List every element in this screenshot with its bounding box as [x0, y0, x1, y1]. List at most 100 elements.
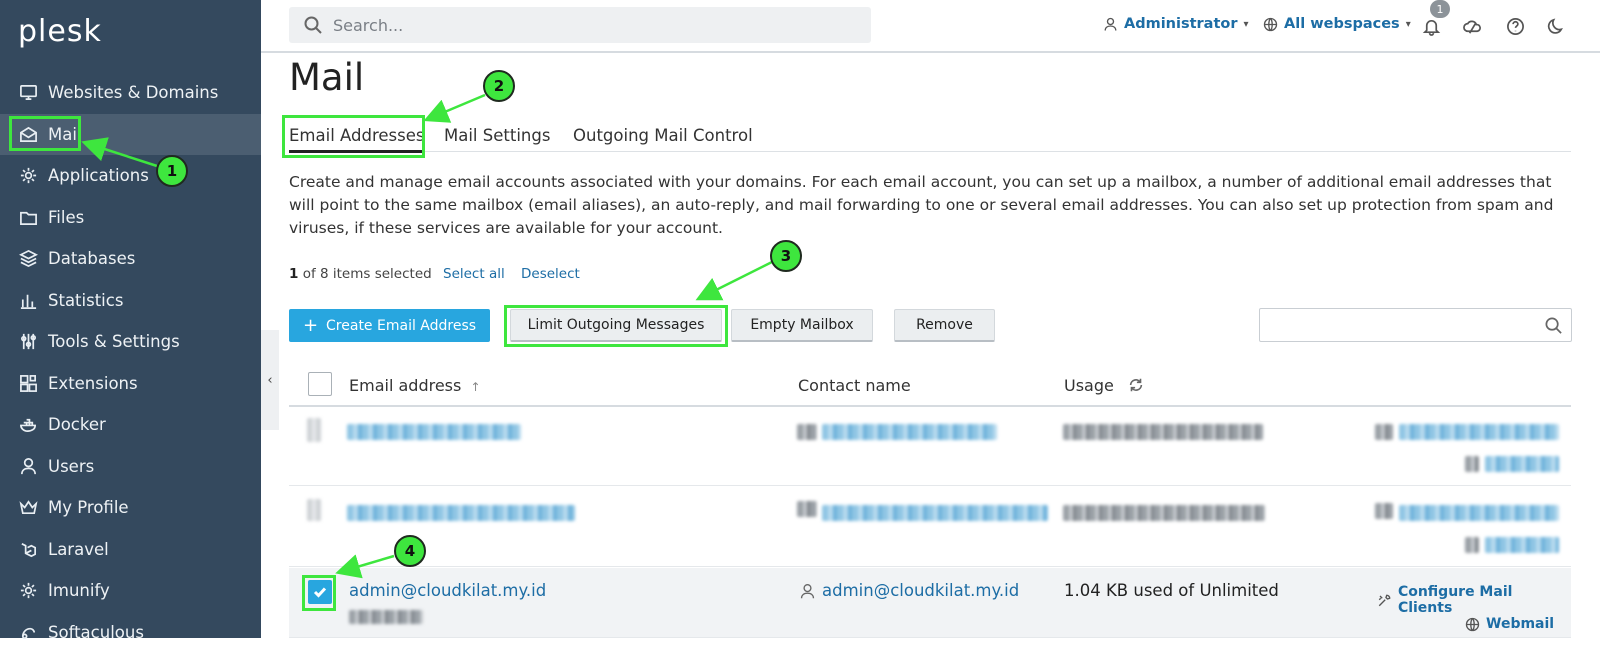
- webspaces-menu[interactable]: All webspaces ▾: [1263, 16, 1411, 32]
- sidebar-collapse-button[interactable]: ‹: [261, 330, 279, 430]
- webmail-link[interactable]: Webmail: [1465, 616, 1554, 632]
- table-row-selected: admin@cloudkilat.my.id admin@cloudkilat.…: [289, 568, 1571, 638]
- sidebar-item-tools-settings[interactable]: Tools & Settings: [0, 321, 261, 363]
- sidebar-item-users[interactable]: Users: [0, 446, 261, 488]
- tab-email-addresses[interactable]: Email Addresses: [289, 126, 424, 153]
- page-title: Mail: [289, 56, 364, 99]
- column-email-address[interactable]: Email address ↑: [349, 376, 481, 395]
- sidebar-item-statistics[interactable]: Statistics: [0, 280, 261, 322]
- bell-icon: [1422, 17, 1441, 36]
- sidebar-item-label: Users: [48, 457, 94, 476]
- sidebar-item-label: My Profile: [48, 498, 129, 517]
- plesk-logo[interactable]: plesk: [18, 14, 102, 49]
- moon-icon: [1547, 17, 1566, 36]
- configure-mail-clients-link[interactable]: Configure Mail Clients: [1377, 584, 1571, 616]
- column-usage[interactable]: Usage: [1064, 376, 1145, 395]
- blurred-secondary-text: [349, 610, 423, 624]
- blurred-webmail-icon: [1465, 537, 1479, 553]
- sidebar-item-label: Softaculous: [48, 623, 144, 642]
- help-button[interactable]: [1504, 15, 1526, 37]
- blurred-webmail-link[interactable]: [1485, 537, 1559, 553]
- checkmark-icon: [312, 584, 328, 600]
- tab-mail-settings[interactable]: Mail Settings: [444, 126, 550, 145]
- column-usage-label: Usage: [1064, 376, 1114, 395]
- sidebar-item-websites-domains[interactable]: Websites & Domains: [0, 72, 261, 114]
- row-checkbox-blurred[interactable]: [307, 418, 321, 442]
- blurred-configure-link[interactable]: [1399, 505, 1559, 521]
- webmail-label: Webmail: [1486, 616, 1554, 632]
- email-address-link[interactable]: admin@cloudkilat.my.id: [349, 581, 546, 600]
- limit-outgoing-messages-button[interactable]: Limit Outgoing Messages: [510, 309, 722, 342]
- sidebar-item-label: Mail: [48, 125, 82, 144]
- blurred-configure-icon: [1375, 424, 1393, 440]
- contact-name-link[interactable]: admin@cloudkilat.my.id: [822, 581, 1019, 600]
- search-icon: [303, 15, 323, 35]
- blurred-configure-link[interactable]: [1399, 424, 1559, 440]
- column-contact-name[interactable]: Contact name: [798, 376, 911, 395]
- crown-icon: [18, 498, 38, 518]
- annotation-callout-1: 1: [156, 155, 188, 187]
- sort-ascending-icon: ↑: [470, 380, 480, 394]
- docker-icon: [18, 415, 38, 435]
- sidebar-item-my-profile[interactable]: My Profile: [0, 487, 261, 529]
- laravel-icon: [18, 539, 38, 559]
- sidebar-item-mail[interactable]: Mail: [0, 114, 261, 156]
- row-checkbox-checked[interactable]: [308, 580, 332, 604]
- refresh-icon[interactable]: [1127, 376, 1145, 394]
- usage-text: 1.04 KB used of Unlimited: [1064, 581, 1279, 600]
- notification-badge: 1: [1430, 0, 1450, 18]
- sidebar-item-extensions[interactable]: Extensions: [0, 363, 261, 405]
- chevron-down-icon: ▾: [1244, 19, 1249, 30]
- blurred-email-link[interactable]: [347, 505, 575, 521]
- create-email-address-button[interactable]: + Create Email Address: [289, 309, 490, 342]
- sidebar-item-applications[interactable]: Applications: [0, 155, 261, 197]
- select-all-checkbox[interactable]: [308, 372, 332, 396]
- notifications-button[interactable]: [1420, 15, 1442, 37]
- list-search-input[interactable]: [1259, 308, 1572, 342]
- user-icon: [799, 583, 816, 600]
- layers-icon: [18, 249, 38, 269]
- administrator-menu[interactable]: Administrator ▾: [1103, 16, 1249, 32]
- select-all-link[interactable]: Select all: [443, 266, 505, 282]
- annotation-callout-4: 4: [394, 535, 426, 567]
- table-header: Email address ↑ Contact name Usage: [289, 364, 1571, 407]
- sidebar-item-docker[interactable]: Docker: [0, 404, 261, 446]
- administrator-label: Administrator: [1124, 16, 1238, 32]
- sidebar-item-databases[interactable]: Databases: [0, 238, 261, 280]
- globe-icon: [1263, 17, 1278, 32]
- sidebar-item-label: Imunify: [48, 581, 110, 600]
- monitor-icon: [18, 83, 38, 103]
- empty-mailbox-button[interactable]: Empty Mailbox: [731, 309, 873, 342]
- blurred-webmail-link[interactable]: [1485, 456, 1559, 472]
- cloud-status-button[interactable]: [1461, 15, 1483, 37]
- blurred-usage-text: [1063, 424, 1263, 440]
- sidebar-item-files[interactable]: Files: [0, 197, 261, 239]
- tab-bar: Email Addresses Mail Settings Outgoing M…: [289, 122, 1571, 152]
- sidebar-item-softaculous[interactable]: Softaculous: [0, 612, 261, 653]
- user-icon: [1103, 17, 1118, 32]
- row-checkbox-blurred[interactable]: [307, 499, 321, 521]
- search-icon: [1544, 316, 1563, 335]
- blurred-contact-link[interactable]: [822, 424, 997, 440]
- deselect-link[interactable]: Deselect: [521, 266, 580, 282]
- bar-chart-icon: [18, 290, 38, 310]
- blurred-usage-text: [1063, 505, 1265, 521]
- column-email-label: Email address: [349, 376, 461, 395]
- webspaces-label: All webspaces: [1284, 16, 1400, 32]
- selection-suffix: of 8 items selected: [303, 266, 432, 282]
- sidebar-item-imunify[interactable]: Imunify: [0, 570, 261, 612]
- blurred-contact-link[interactable]: [822, 505, 1048, 521]
- sidebar-item-label: Databases: [48, 249, 135, 268]
- theme-toggle-button[interactable]: [1545, 15, 1567, 37]
- tab-outgoing-mail-control[interactable]: Outgoing Mail Control: [573, 126, 753, 145]
- chevron-down-icon: ▾: [1406, 19, 1411, 30]
- sidebar-item-label: Statistics: [48, 291, 123, 310]
- global-search-input[interactable]: Search...: [289, 7, 871, 43]
- create-email-address-label: Create Email Address: [326, 318, 476, 334]
- sidebar-item-laravel[interactable]: Laravel: [0, 529, 261, 571]
- remove-button[interactable]: Remove: [894, 309, 995, 342]
- sidebar-item-label: Files: [48, 208, 84, 227]
- blurred-email-link[interactable]: [347, 424, 521, 440]
- annotation-callout-3: 3: [770, 240, 802, 272]
- sliders-icon: [18, 332, 38, 352]
